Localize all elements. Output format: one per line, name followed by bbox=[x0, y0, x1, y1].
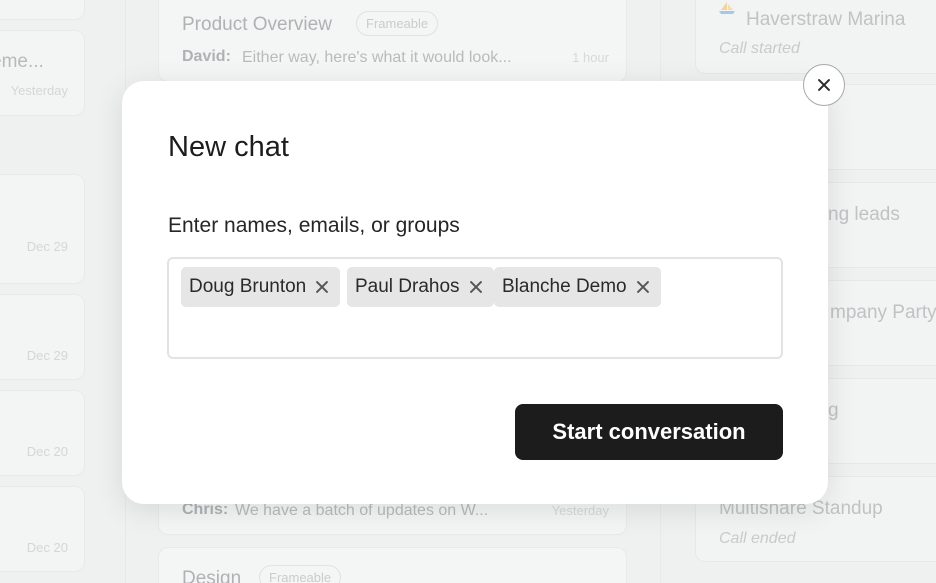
new-chat-dialog: New chat Enter names, emails, or groups … bbox=[122, 81, 828, 504]
recipient-chip[interactable]: Blanche Demo bbox=[494, 267, 661, 307]
recipient-name: Blanche Demo bbox=[502, 276, 627, 297]
recipients-input[interactable]: Doug Brunton Paul Drahos Blanche Demo bbox=[167, 257, 783, 359]
start-conversation-button[interactable]: Start conversation bbox=[515, 404, 783, 460]
remove-recipient-icon[interactable] bbox=[468, 279, 484, 295]
recipients-label: Enter names, emails, or groups bbox=[168, 214, 460, 237]
recipient-chip[interactable]: Doug Brunton bbox=[181, 267, 341, 307]
remove-recipient-icon[interactable] bbox=[314, 279, 330, 295]
recipient-name: Paul Drahos bbox=[355, 276, 460, 297]
recipient-name: Doug Brunton bbox=[189, 276, 307, 297]
remove-recipient-icon[interactable] bbox=[635, 279, 651, 295]
recipient-chip[interactable]: Paul Drahos bbox=[347, 267, 494, 307]
close-dialog-button[interactable] bbox=[803, 64, 845, 106]
dialog-title: New chat bbox=[168, 131, 289, 163]
